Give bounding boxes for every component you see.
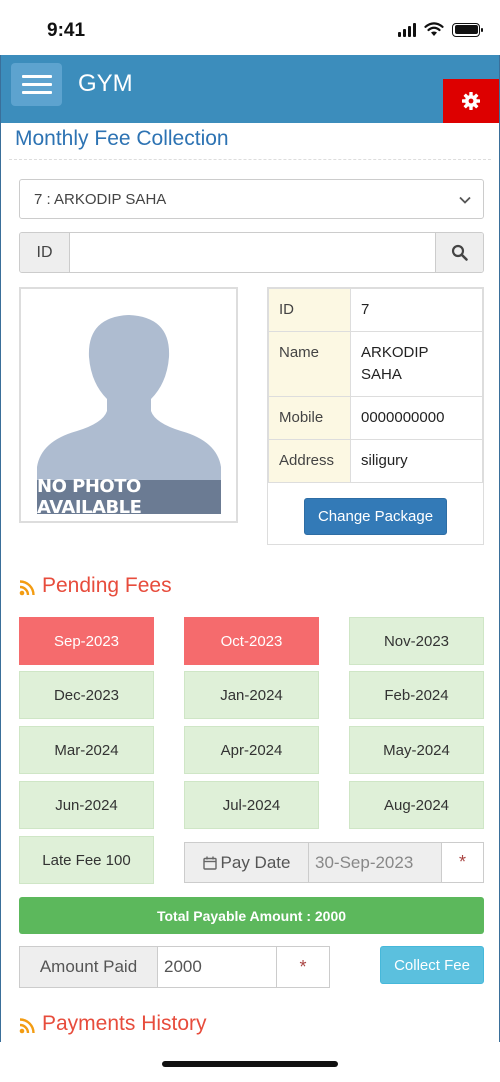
member-info-panel: ID 7 Name ARKODIP SAHA Mobile 0000000000… [267,287,484,545]
month-chip[interactable]: Oct-2023 [184,617,319,665]
total-payable-bar: Total Payable Amount : 2000 [19,897,484,934]
app-window: GYM Monthly Fee Collection 7 : ARKODIP S… [0,55,500,1042]
id-label: ID [20,233,70,272]
info-value: ARKODIP SAHA [350,331,483,397]
page-title: Monthly Fee Collection [15,127,229,150]
calendar-icon [202,856,217,870]
member-info-table: ID 7 Name ARKODIP SAHA Mobile 0000000000… [268,288,483,483]
collect-fee-button[interactable]: Collect Fee [380,946,484,984]
payments-history-heading: Payments History [19,1012,207,1036]
id-search-group: ID [19,232,484,273]
no-photo-label: NO PHOTO AVAILABLE [37,476,221,518]
info-label: ID [268,288,351,332]
amount-paid-group: Amount Paid 2000 * [19,946,330,988]
battery-icon [452,22,483,37]
change-package-button[interactable]: Change Package [304,498,447,535]
month-chip[interactable]: Aug-2024 [349,781,484,829]
search-button[interactable] [435,233,483,272]
top-navbar: GYM [1,55,499,123]
title-divider [9,159,491,160]
info-value: 0000000000 [350,396,483,440]
late-fee-badge: Late Fee 100 [19,836,154,884]
pay-date-input[interactable]: 30-Sep-2023 [309,843,442,882]
pending-fees-title: Pending Fees [42,574,172,597]
month-chip[interactable]: Jun-2024 [19,781,154,829]
hamburger-menu-icon[interactable] [11,63,62,106]
required-asterisk: * [458,852,466,872]
info-label: Mobile [268,396,351,440]
member-select-value: 7 : ARKODIP SAHA [34,191,167,208]
pay-date-group: Pay Date 30-Sep-2023 * [184,842,484,883]
brand-title[interactable]: GYM [78,70,133,98]
wifi-icon [424,22,444,36]
info-label: Address [268,439,351,483]
info-row-mobile: Mobile 0000000000 [268,396,483,440]
info-value: 7 [350,288,483,332]
pending-fees-heading: Pending Fees [19,574,172,598]
month-chip[interactable]: Apr-2024 [184,726,319,774]
gear-icon [462,92,480,110]
month-chip[interactable]: May-2024 [349,726,484,774]
info-row-id: ID 7 [268,288,483,332]
avatar-placeholder-icon [37,315,221,483]
status-icons [398,22,483,37]
status-time: 9:41 [47,20,86,41]
info-row-name: Name ARKODIP SAHA [268,331,483,397]
chevron-down-icon [459,196,471,204]
month-chip[interactable]: Sep-2023 [19,617,154,665]
member-photo: NO PHOTO AVAILABLE [19,287,238,523]
month-chip[interactable]: Jul-2024 [184,781,319,829]
rss-icon [19,579,35,595]
required-asterisk: * [299,956,307,977]
month-chip[interactable]: Dec-2023 [19,671,154,719]
member-select[interactable]: 7 : ARKODIP SAHA [19,179,484,219]
month-chip[interactable]: Feb-2024 [349,671,484,719]
id-input[interactable] [70,233,435,272]
search-icon [451,244,468,261]
amount-paid-label: Amount Paid [20,947,158,987]
pay-date-label: Pay Date [220,852,291,872]
info-label: Name [268,331,351,397]
month-chip[interactable]: Nov-2023 [349,617,484,665]
signal-icon [398,22,416,37]
settings-button[interactable] [443,79,499,123]
status-bar: 9:41 [0,0,500,56]
month-chip[interactable]: Jan-2024 [184,671,319,719]
home-indicator[interactable] [162,1061,338,1067]
info-value: siligury [350,439,483,483]
month-chip[interactable]: Mar-2024 [19,726,154,774]
payments-history-title: Payments History [42,1012,207,1035]
info-row-address: Address siligury [268,439,483,483]
amount-paid-input[interactable]: 2000 [158,947,277,987]
pay-date-label-group: Pay Date [185,843,309,882]
rss-icon [19,1017,35,1033]
